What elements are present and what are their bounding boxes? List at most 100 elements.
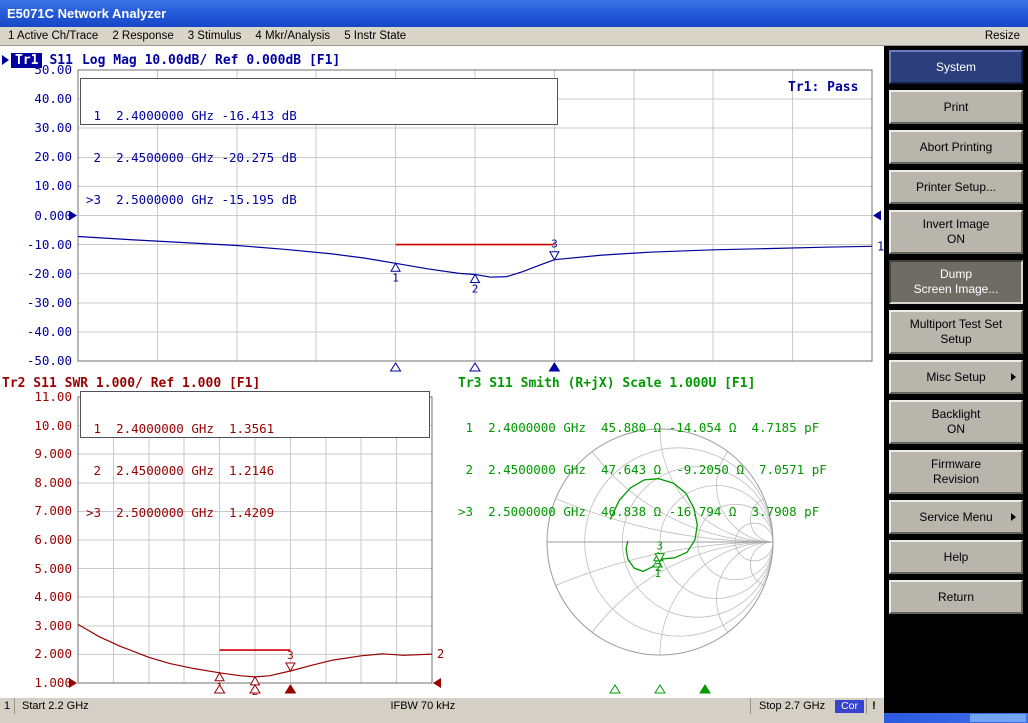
smith-stimulus-markers	[610, 685, 710, 693]
tr1-y-axis-tick: 30.00	[6, 121, 72, 135]
window-title: E5071C Network Analyzer	[7, 6, 166, 21]
tr2-marker-row-3: >3 2.5000000 GHz 1.4209	[86, 506, 424, 520]
tr2-y-axis-tick: 1.000	[6, 676, 72, 690]
softkey-service-menu[interactable]: Service Menu	[889, 500, 1023, 534]
tr2-y-axis-tick: 8.000	[6, 476, 72, 490]
status-channel: 1	[0, 698, 15, 714]
softkey-label: Return	[938, 590, 974, 605]
softkey-return[interactable]: Return	[889, 580, 1023, 614]
menu-stimulus[interactable]: 3 Stimulus	[188, 30, 242, 42]
softkey-label: Printer Setup...	[916, 180, 996, 195]
tr1-marker-readout: 1 2.4000000 GHz -16.413 dB 2 2.4500000 G…	[80, 78, 558, 125]
softkey-label: Revision	[933, 472, 979, 487]
softkey-label: Screen Image...	[914, 282, 999, 297]
tr1-limit-status: Tr1: Pass	[788, 80, 858, 95]
status-ifbw: IFBW 70 kHz	[390, 700, 455, 712]
status-bar: 1 Start 2.2 GHz IFBW 70 kHz Stop 2.7 GHz…	[0, 697, 884, 714]
status-alert-indicator: !	[866, 698, 881, 714]
tr2-marker-row-1: 1 2.4000000 GHz 1.3561	[86, 422, 424, 436]
tr1-marker-row-2: 2 2.4500000 GHz -20.275 dB	[86, 151, 552, 165]
menu-mkr-analysis[interactable]: 4 Mkr/Analysis	[255, 30, 330, 42]
softkey-backlight-on[interactable]: BacklightON	[889, 400, 1023, 444]
tr2-y-axis-tick: 10.00	[6, 419, 72, 433]
marker-number-label: 2	[472, 283, 479, 296]
menu-resize[interactable]: Resize	[985, 30, 1020, 42]
tr2-y-axis-tick: 11.00	[6, 390, 72, 404]
tr3-marker-row-3: >3 2.5000000 GHz 46.838 Ω -16.794 Ω 3.79…	[458, 505, 827, 519]
softkey-label: Firmware	[931, 457, 981, 472]
menu-active-ch-trace[interactable]: 1 Active Ch/Trace	[8, 30, 98, 42]
tr1-trace-number: 1	[877, 239, 884, 253]
softkey-label: Invert Image	[923, 217, 990, 232]
softkey-invert-image-on[interactable]: Invert ImageON	[889, 210, 1023, 254]
tr3-marker-readout: 1 2.4000000 GHz 45.880 Ω -14.054 Ω 4.718…	[458, 393, 827, 547]
tr1-y-axis-tick: 40.00	[6, 92, 72, 106]
softkey-label: Dump	[940, 267, 972, 282]
tr2-y-axis-tick: 5.000	[6, 562, 72, 576]
taskbar-tray-fragment	[970, 714, 1026, 722]
status-start-frequency: Start 2.2 GHz	[15, 700, 96, 712]
softkey-system[interactable]: System	[889, 50, 1023, 84]
taskbar-fragment	[884, 713, 1028, 723]
tr2-y-axis-tick: 7.000	[6, 504, 72, 518]
tr2-marker-readout: 1 2.4000000 GHz 1.3561 2 2.4500000 GHz 1…	[80, 391, 430, 438]
softkey-firmware-revision[interactable]: FirmwareRevision	[889, 450, 1023, 494]
tr1-y-axis-tick: 0.000	[6, 209, 72, 223]
softkey-label: ON	[947, 232, 965, 247]
softkey-label: ON	[947, 422, 965, 437]
softkey-label: Multiport Test Set	[910, 317, 1002, 332]
menu-bar: 1 Active Ch/Trace 2 Response 3 Stimulus …	[0, 27, 1028, 46]
tr2-trace-number: 2	[437, 647, 444, 661]
tr2-y-axis-tick: 4.000	[6, 590, 72, 604]
softkey-multiport-test-set-setup[interactable]: Multiport Test SetSetup	[889, 310, 1023, 354]
tr1-y-axis-tick: -50.00	[6, 354, 72, 368]
tr1-format-label: Log Mag 10.00dB/ Ref 0.000dB [F1]	[82, 53, 340, 68]
tr1-marker-row-1: 1 2.4000000 GHz -16.413 dB	[86, 109, 552, 123]
submenu-arrow-icon	[1011, 513, 1016, 521]
softkey-print[interactable]: Print	[889, 90, 1023, 124]
softkey-label: Setup	[940, 332, 971, 347]
tr3-marker-row-2: 2 2.4500000 GHz 47.643 Ω -9.2050 Ω 7.057…	[458, 463, 827, 477]
tr3-header: Tr3 S11 Smith (R+jX) Scale 1.000U [F1]	[458, 375, 755, 391]
tr2-y-axis-tick: 9.000	[6, 447, 72, 461]
tr1-y-axis-tick: -30.00	[6, 296, 72, 310]
marker-number-label: 1	[392, 271, 399, 284]
tr3-header-label[interactable]: Tr3 S11 Smith (R+jX) Scale 1.000U [F1]	[458, 376, 755, 391]
status-stop-frequency: Stop 2.7 GHz	[750, 698, 833, 714]
softkey-label: Misc Setup	[926, 370, 985, 385]
tr1-y-axis-tick: -20.00	[6, 267, 72, 281]
tr3-marker-row-1: 1 2.4000000 GHz 45.880 Ω -14.054 Ω 4.718…	[458, 421, 827, 435]
menu-response[interactable]: 2 Response	[112, 30, 173, 42]
softkey-label: Print	[944, 100, 969, 115]
softkey-label: Abort Printing	[920, 140, 993, 155]
display-area: 12311232123 Tr1 S11 Log Mag 10.00dB/ Ref…	[0, 46, 884, 697]
softkey-label: System	[936, 60, 976, 75]
tr1-marker-row-3: >3 2.5000000 GHz -15.195 dB	[86, 193, 552, 207]
marker-number-label: 2	[655, 561, 662, 574]
tr1-y-axis-tick: 50.00	[6, 63, 72, 77]
softkey-label: Service Menu	[919, 510, 992, 525]
softkey-misc-setup[interactable]: Misc Setup	[889, 360, 1023, 394]
tr1-y-axis-tick: 10.00	[6, 179, 72, 193]
softkey-label: Backlight	[932, 407, 981, 422]
status-correction-badge: Cor	[835, 700, 864, 713]
tr2-y-axis-tick: 6.000	[6, 533, 72, 547]
submenu-arrow-icon	[1011, 373, 1016, 381]
softkey-printer-setup[interactable]: Printer Setup...	[889, 170, 1023, 204]
softkey-help[interactable]: Help	[889, 540, 1023, 574]
softkey-panel: System Print Abort Printing Printer Setup..…	[884, 46, 1028, 723]
marker-number-label: 3	[287, 649, 294, 662]
menu-instr-state[interactable]: 5 Instr State	[344, 30, 406, 42]
softkey-abort-printing[interactable]: Abort Printing	[889, 130, 1023, 164]
bottom-strip	[0, 714, 884, 723]
softkey-dump-screen-image[interactable]: DumpScreen Image...	[889, 260, 1023, 304]
tr2-y-axis-tick: 2.000	[6, 647, 72, 661]
tr2-y-axis-tick: 3.000	[6, 619, 72, 633]
tr2-marker-row-2: 2 2.4500000 GHz 1.2146	[86, 464, 424, 478]
softkey-label: Help	[944, 550, 969, 565]
tr1-y-axis-tick: -40.00	[6, 325, 72, 339]
e5071c-window: E5071C Network Analyzer 1 Active Ch/Trac…	[0, 0, 1028, 723]
tr1-y-axis-tick: 20.00	[6, 150, 72, 164]
tr1-y-axis-tick: -10.00	[6, 238, 72, 252]
marker-number-label: 3	[551, 238, 558, 251]
